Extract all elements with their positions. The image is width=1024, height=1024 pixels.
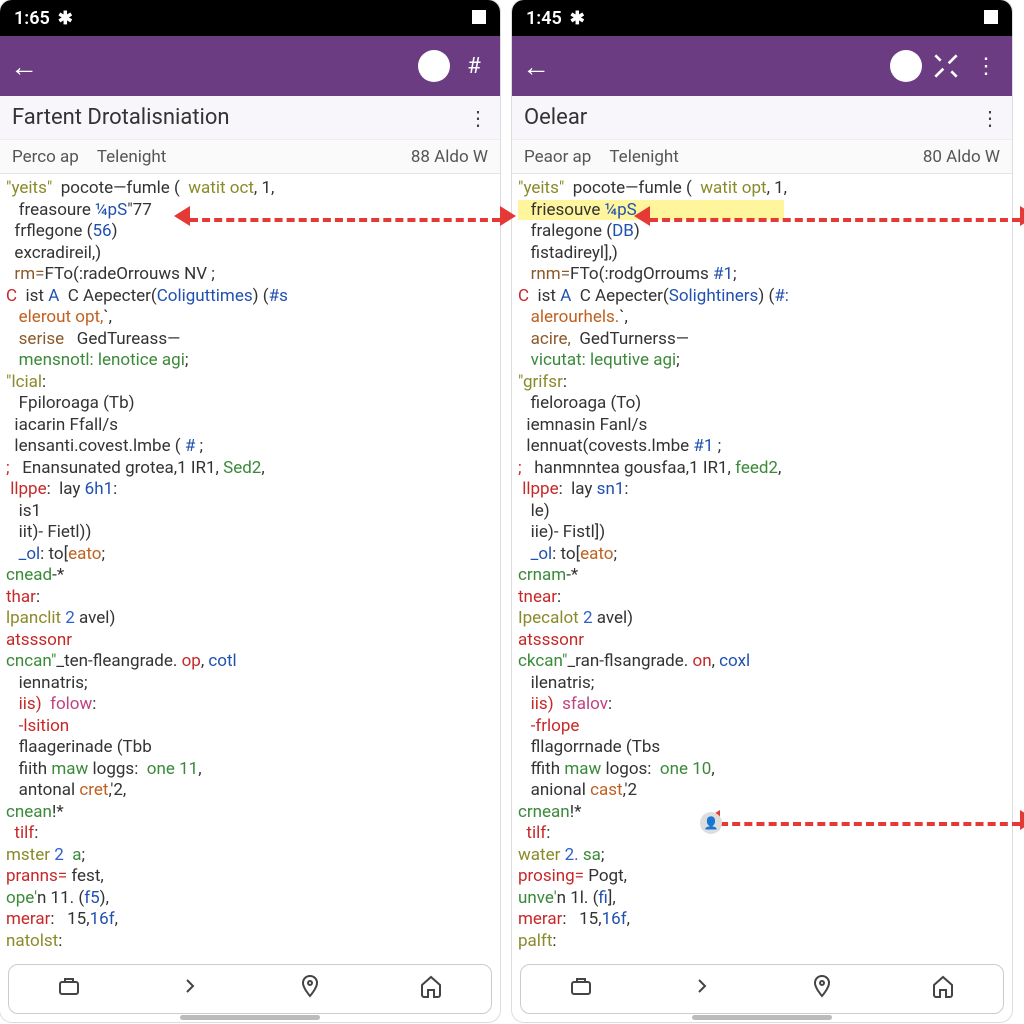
tab-3[interactable]: 88 Aldo W: [411, 147, 488, 167]
app-bar: ← ⋮: [512, 36, 1012, 96]
page-title: Oelear: [524, 105, 980, 130]
code-view[interactable]: "yeits" pocote—fumle ( watit opt, 1, fri…: [512, 174, 1012, 966]
phone-right: 1:45 ✱ ← ⋮ Oelear ⋮ Peaor ap Telenight 80…: [512, 0, 1012, 1022]
back-button[interactable]: ←: [10, 50, 38, 83]
bottom-nav: [8, 964, 492, 1014]
tab-3[interactable]: 80 Aldo W: [923, 147, 1000, 167]
action-icon-1[interactable]: [418, 50, 450, 82]
phone-left: 1:65 ✱ ← # Fartent Drotalisniation ⋮ Perc…: [0, 0, 500, 1022]
status-icon: ✱: [570, 8, 585, 29]
title-bar: Fartent Drotalisniation ⋮: [0, 96, 500, 140]
hash-icon[interactable]: #: [458, 50, 490, 82]
page-title: Fartent Drotalisniation: [12, 105, 468, 130]
overflow-menu-icon[interactable]: ⋮: [970, 50, 1002, 82]
tab-bar: Perco ap Telenight 88 Aldo W: [0, 140, 500, 174]
forward-icon[interactable]: [178, 974, 202, 1004]
status-bar: 1:65 ✱: [0, 0, 500, 36]
home-icon[interactable]: [931, 974, 955, 1004]
tools-icon[interactable]: [930, 50, 962, 82]
briefcase-icon[interactable]: [569, 974, 593, 1004]
status-time: 1:65: [14, 8, 50, 29]
forward-icon[interactable]: [690, 974, 714, 1004]
tab-1[interactable]: Peaor ap: [524, 147, 591, 167]
battery-icon: [472, 10, 486, 24]
status-icon: ✱: [58, 8, 73, 29]
location-icon[interactable]: [298, 974, 322, 1004]
tab-2[interactable]: Telenight: [609, 147, 923, 167]
overflow-menu-icon[interactable]: ⋮: [468, 106, 488, 130]
app-bar: ← #: [0, 36, 500, 96]
battery-icon: [984, 10, 998, 24]
status-bar: 1:45 ✱: [512, 0, 1012, 36]
tab-2[interactable]: Telenight: [97, 147, 411, 167]
briefcase-icon[interactable]: [57, 974, 81, 1004]
link-icon[interactable]: [890, 50, 922, 82]
status-time: 1:45: [526, 8, 562, 29]
overflow-menu-icon[interactable]: ⋮: [980, 106, 1000, 130]
tab-bar: Peaor ap Telenight 80 Aldo W: [512, 140, 1012, 174]
home-icon[interactable]: [419, 974, 443, 1004]
location-icon[interactable]: [810, 974, 834, 1004]
gesture-bar: [692, 1015, 832, 1020]
tab-1[interactable]: Perco ap: [12, 147, 79, 167]
title-bar: Oelear ⋮: [512, 96, 1012, 140]
code-view[interactable]: "yeits" pocote—fumle ( watit oct, 1, fre…: [0, 174, 500, 966]
back-button[interactable]: ←: [522, 50, 550, 83]
gesture-bar: [180, 1015, 320, 1020]
collab-avatar-icon[interactable]: 👤: [700, 812, 722, 834]
bottom-nav: [520, 964, 1004, 1014]
